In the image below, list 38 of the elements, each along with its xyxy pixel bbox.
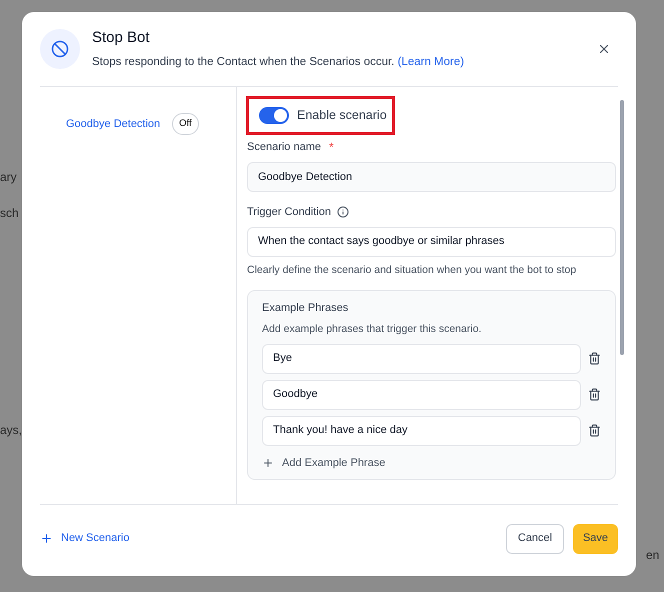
scenario-item[interactable]: Goodbye Detection Off <box>66 113 236 136</box>
background-text: ays, <box>0 422 22 439</box>
status-pill: Off <box>172 113 199 136</box>
dialog-title: Stop Bot <box>92 28 151 48</box>
required-asterisk: * <box>329 139 334 156</box>
help-text: Clearly define the scenario and situation when you want the bot to stop <box>247 262 578 278</box>
new-scenario-button[interactable]: New Scenario <box>40 530 130 547</box>
background-text: en <box>646 547 660 564</box>
phrase-field[interactable]: Goodbye <box>262 380 581 410</box>
section-hint: Add example phrases that trigger this scenario. <box>262 322 482 337</box>
delete-button[interactable] <box>587 388 601 402</box>
scrollbar[interactable] <box>620 100 624 355</box>
learn-more-link[interactable]: (Learn More) <box>398 56 464 68</box>
trigger-condition-field[interactable]: When the contact says goodbye or similar phrases <box>247 226 616 256</box>
delete-button[interactable] <box>587 424 601 438</box>
scenario-name-field[interactable]: Goodbye Detection <box>247 162 616 192</box>
toggle-switch[interactable] <box>259 107 289 124</box>
background-text: sch <box>0 205 19 222</box>
delete-button[interactable] <box>587 352 601 366</box>
dialog-description: Stops responding to the Contact when the Scenarios occur. (Learn More) <box>92 54 466 70</box>
prohibited-icon <box>51 40 69 58</box>
phrase-field[interactable]: Bye <box>262 344 581 374</box>
toggle-label: Enable scenario <box>297 107 387 124</box>
section-title: Example Phrases <box>262 301 350 316</box>
save-button[interactable]: Save <box>573 524 618 554</box>
plus-icon <box>262 456 274 469</box>
close-icon <box>597 42 611 56</box>
add-phrase-button[interactable]: Add Example Phrase <box>262 454 386 471</box>
background-text: ary <box>0 169 17 186</box>
trash-icon <box>588 388 600 401</box>
phrase-field[interactable]: Thank you! have a nice day <box>262 416 581 446</box>
info-icon <box>336 206 349 218</box>
trash-icon <box>588 424 600 437</box>
field-label: Trigger Condition <box>247 205 331 220</box>
cancel-button[interactable]: Cancel <box>506 524 564 554</box>
field-label: Scenario name <box>247 140 321 155</box>
trash-icon <box>588 352 600 365</box>
plus-icon <box>40 532 53 545</box>
